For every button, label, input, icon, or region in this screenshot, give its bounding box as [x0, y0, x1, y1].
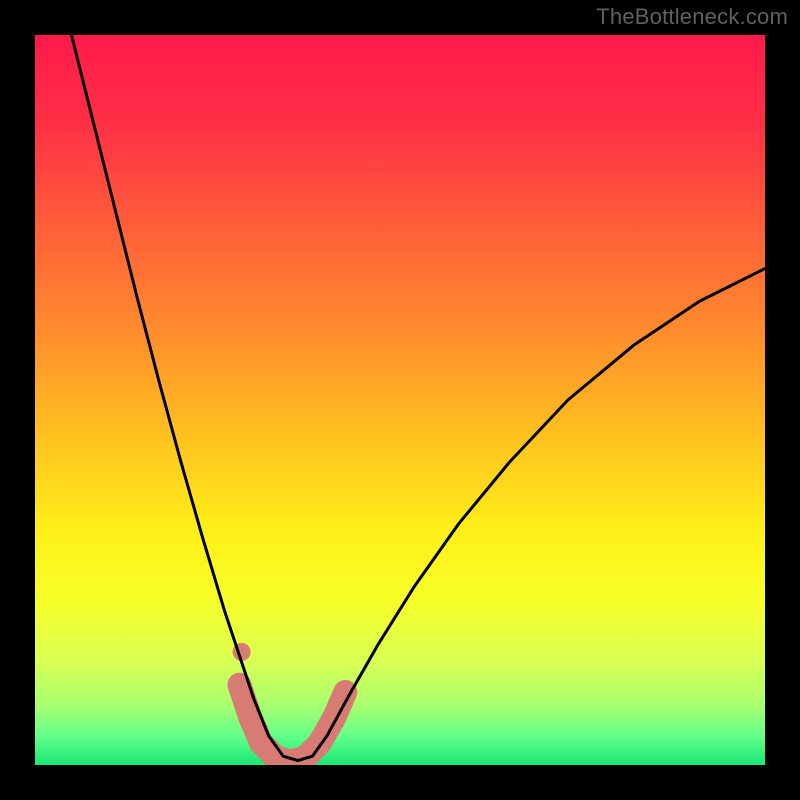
chart-frame: TheBottleneck.com [0, 0, 800, 800]
highlight-band [239, 685, 345, 762]
plot-area [35, 35, 765, 765]
curve-layer [35, 35, 765, 765]
bottleneck-curve [72, 35, 766, 761]
watermark-text: TheBottleneck.com [596, 4, 788, 30]
